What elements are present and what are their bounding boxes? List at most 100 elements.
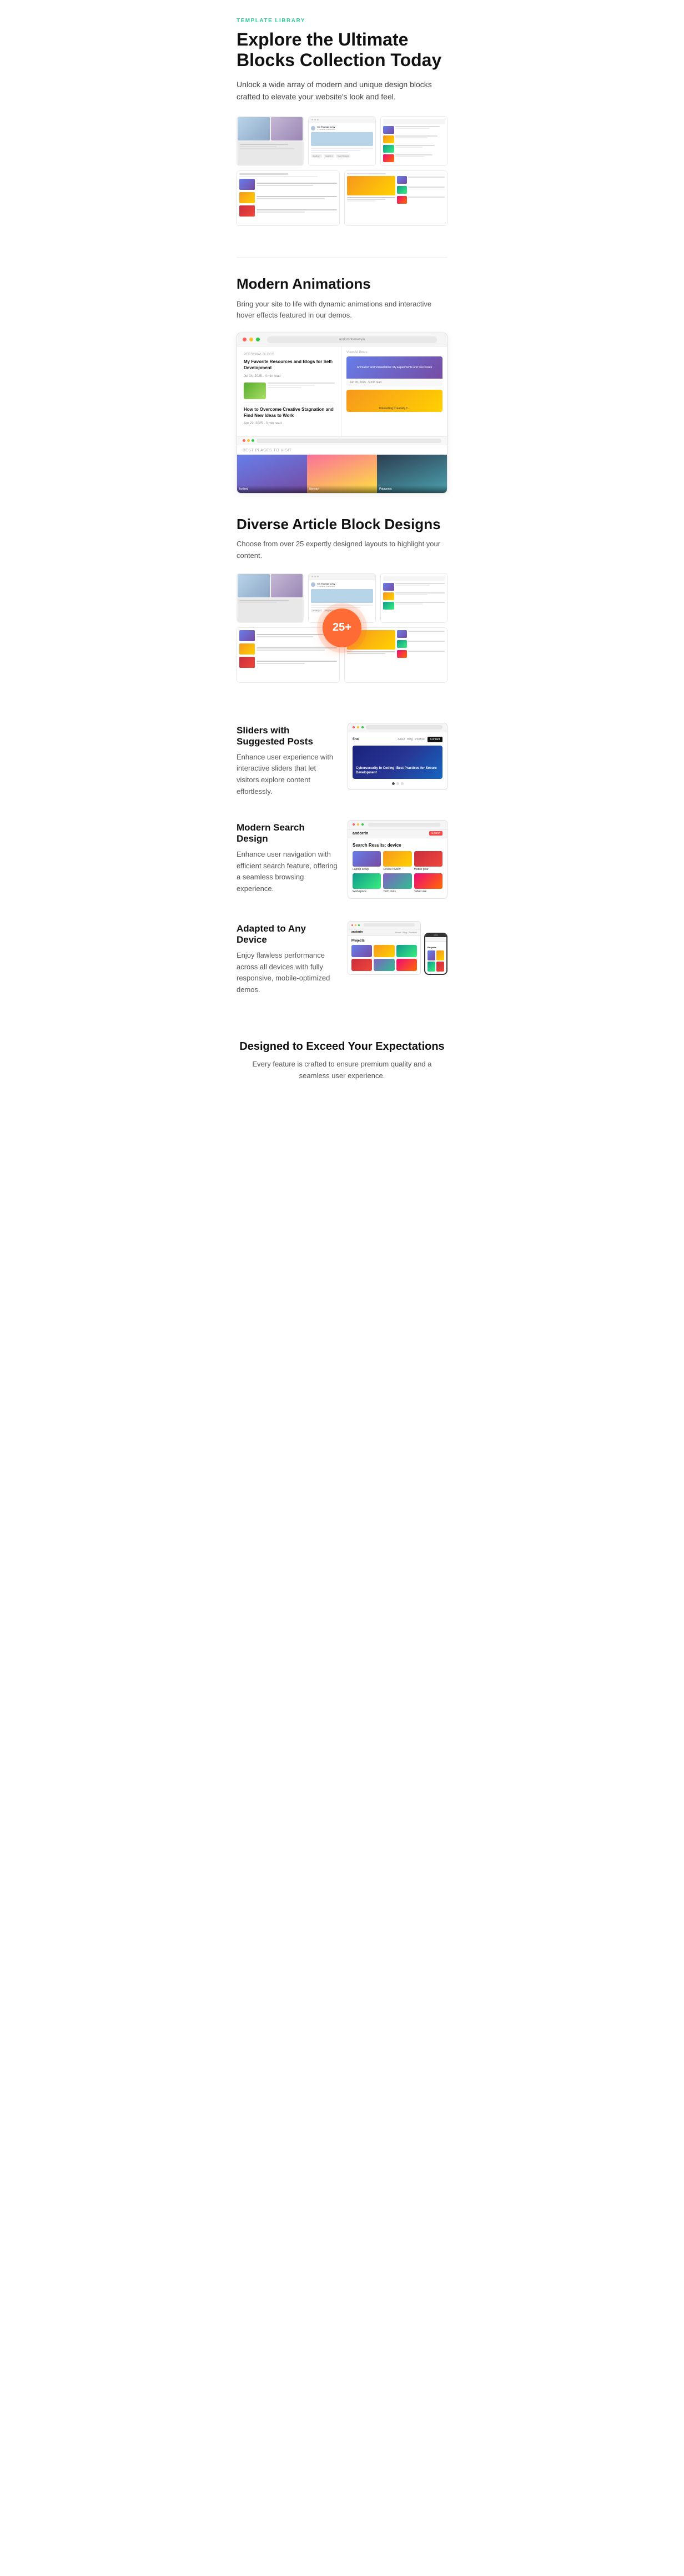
search-result-title-6: Tablet use bbox=[414, 890, 442, 894]
search-mockup: andorrin Search Search Results: device L… bbox=[348, 820, 447, 899]
project-item-1 bbox=[351, 945, 372, 957]
slider-mockup: fino AboutBlogPortfolio Contact Cybersec… bbox=[348, 723, 447, 790]
footer-desc: Every feature is crafted to ensure premi… bbox=[237, 1059, 447, 1082]
article-card-1[interactable] bbox=[237, 573, 304, 623]
post-card-title-2: Unleashing Creativity T... bbox=[379, 407, 410, 410]
diverse-article-desc: Choose from over 25 expertly designed la… bbox=[237, 539, 447, 562]
slider-browser-bar bbox=[348, 723, 447, 732]
footer-section: Designed to Exceed Your Expectations Eve… bbox=[225, 1018, 459, 1109]
post-card-meta-1: Jun 05, 2025 · 5 min read bbox=[350, 381, 439, 384]
browser-dot-yellow bbox=[249, 338, 253, 341]
search-result-2: Device review bbox=[383, 851, 411, 872]
hero-title: Explore the Ultimate Blocks Collection T… bbox=[237, 29, 447, 71]
phone-project-4 bbox=[436, 962, 444, 972]
feature-sliders-visual: fino AboutBlogPortfolio Contact Cybersec… bbox=[348, 723, 447, 790]
demo-post-card-1: Animation and Visualization: My Experime… bbox=[346, 356, 442, 386]
search-result-3: Mobile gear bbox=[414, 851, 442, 872]
post-card-title-1: Animation and Visualization: My Experime… bbox=[355, 364, 434, 371]
phone-project-2 bbox=[436, 950, 444, 960]
demo-left-col: PERSONAL BLOGS My Favorite Resources and… bbox=[237, 346, 342, 436]
search-results-grid: Laptop setup Device review Mobile gear bbox=[353, 851, 442, 894]
demo-content-area: PERSONAL BLOGS My Favorite Resources and… bbox=[237, 346, 447, 436]
demo-post-meta-1: Jul 14, 2025 · 4 min read bbox=[244, 375, 335, 378]
diverse-article-section: Diverse Article Block Designs Choose fro… bbox=[225, 516, 459, 723]
slider-main-img: Cybersecurity in Coding: Best Practices … bbox=[353, 746, 442, 779]
desktop-browser-bar bbox=[348, 922, 420, 929]
search-nav: andorrin Search bbox=[348, 829, 447, 838]
demo-photo-2: Norway bbox=[307, 455, 377, 493]
phone-projects-grid bbox=[428, 950, 444, 972]
article-badge-container: I'm Thomas Levy A Traveling Programmer R… bbox=[237, 573, 447, 683]
template-card-4[interactable] bbox=[237, 170, 340, 226]
template-card-5[interactable] bbox=[344, 170, 447, 226]
template-grid-row2 bbox=[237, 170, 447, 226]
slider-content: fino AboutBlogPortfolio Contact Cybersec… bbox=[348, 732, 447, 789]
demo-post-title-1: My Favorite Resources and Blogs for Self… bbox=[244, 359, 335, 371]
phone-nav-bar bbox=[425, 937, 446, 942]
modern-animations-title: Modern Animations bbox=[237, 275, 447, 293]
search-result-5: Tech tools bbox=[383, 873, 411, 894]
featured-places-label: BEST PLACES TO VISIT bbox=[237, 445, 447, 454]
diverse-article-title: Diverse Article Block Designs bbox=[237, 516, 447, 533]
feature-responsive-desc: Enjoy flawless performance across all de… bbox=[237, 950, 339, 996]
footer-title: Designed to Exceed Your Expectations bbox=[237, 1040, 447, 1053]
search-results-heading: Search Results: device bbox=[353, 843, 442, 848]
slider-dots bbox=[353, 782, 442, 785]
template-grid-row1: I'm Thomas Levy A Traveling Programmer R… bbox=[237, 116, 447, 166]
demo-photo-3: Patagonia bbox=[377, 455, 447, 493]
search-result-title-1: Laptop setup bbox=[353, 868, 381, 872]
search-result-title-4: Workspace bbox=[353, 890, 381, 894]
desktop-projects-grid bbox=[351, 945, 417, 971]
template-card-2[interactable]: I'm Thomas Levy A Traveling Programmer R… bbox=[308, 116, 375, 166]
project-item-6 bbox=[396, 959, 417, 971]
hero-subtitle: Unlock a wide array of modern and unique… bbox=[237, 78, 447, 103]
article-count-badge: 25+ bbox=[323, 608, 361, 647]
phone-project-1 bbox=[428, 950, 435, 960]
article-card2-name: I'm Thomas Levy bbox=[317, 582, 335, 585]
article-card-3[interactable] bbox=[380, 573, 447, 623]
browser-dot-green bbox=[256, 338, 260, 341]
feature-responsive-title: Adapted to Any Device bbox=[237, 923, 339, 945]
feature-sliders-text: Sliders with Suggested Posts Enhance use… bbox=[237, 723, 339, 798]
search-result-title-3: Mobile gear bbox=[414, 868, 442, 872]
feature-search-desc: Enhance user navigation with efficient s… bbox=[237, 849, 339, 895]
search-result-title-2: Device review bbox=[383, 868, 411, 872]
phone-heading: Projects bbox=[428, 946, 444, 949]
demo-photo-1: Iceland bbox=[237, 455, 307, 493]
search-browser-bar bbox=[348, 821, 447, 829]
template-card-1[interactable] bbox=[237, 116, 304, 166]
phone-project-3 bbox=[428, 962, 435, 972]
project-item-2 bbox=[374, 945, 394, 957]
photo-label-1: Iceland bbox=[237, 485, 307, 493]
feature-search-title: Modern Search Design bbox=[237, 822, 339, 844]
project-item-5 bbox=[374, 959, 394, 971]
photo-label-2: Norway bbox=[307, 485, 377, 493]
feature-responsive-text: Adapted to Any Device Enjoy flawless per… bbox=[237, 921, 339, 996]
search-result-1: Laptop setup bbox=[353, 851, 381, 872]
demo-second-url-bar bbox=[237, 436, 447, 445]
demo-post-title-2: How to Overcome Creative Stagnation and … bbox=[244, 406, 335, 419]
demo-browser-bar: andorrintemesyio bbox=[237, 333, 447, 346]
demo-post-card-2: Unleashing Creativity T... bbox=[346, 390, 442, 412]
desktop-mockup: andorrin AboutBlogPortfolio Projects bbox=[348, 921, 421, 975]
photo-label-3: Patagonia bbox=[377, 485, 447, 493]
search-result-4: Workspace bbox=[353, 873, 381, 894]
section-divider-1 bbox=[237, 257, 447, 258]
feature-search-visual: andorrin Search Search Results: device L… bbox=[348, 820, 447, 899]
phone-camera bbox=[434, 934, 438, 936]
search-result-title-5: Tech tools bbox=[383, 890, 411, 894]
demo-right-col: View All Posts Animation and Visualizati… bbox=[342, 346, 447, 436]
url-text: andorrintemesyio bbox=[339, 338, 365, 341]
demo-browser: andorrintemesyio PERSONAL BLOGS My Favor… bbox=[237, 333, 447, 494]
feature-search-text: Modern Search Design Enhance user naviga… bbox=[237, 820, 339, 895]
demo-photo-grid: Iceland Norway Patagonia bbox=[237, 454, 447, 493]
feature-sliders-title: Sliders with Suggested Posts bbox=[237, 725, 339, 747]
features-list-section: Sliders with Suggested Posts Enhance use… bbox=[225, 723, 459, 996]
phone-content: Projects bbox=[425, 944, 446, 974]
feature-responsive: Adapted to Any Device Enjoy flawless per… bbox=[237, 921, 447, 996]
template-card-3[interactable] bbox=[380, 116, 447, 166]
hero-section: TEMPLATE LIBRARY Explore the Ultimate Bl… bbox=[225, 0, 459, 257]
card2-subtitle: A Traveling Programmer bbox=[317, 128, 335, 130]
desktop-nav: andorrin AboutBlogPortfolio bbox=[348, 929, 420, 936]
feature-sliders: Sliders with Suggested Posts Enhance use… bbox=[237, 723, 447, 798]
